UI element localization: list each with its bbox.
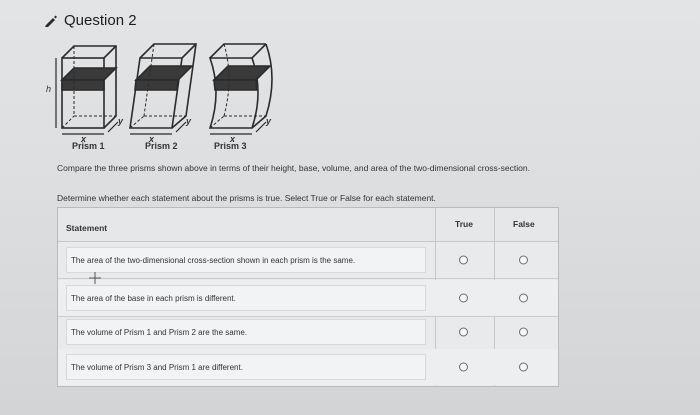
determine-instructions: Determine whether each statement about t… (57, 193, 436, 203)
true-radio[interactable] (459, 362, 468, 372)
table-row: The area of the base in each prism is di… (58, 280, 558, 317)
crosshair-cursor-icon (89, 272, 101, 284)
statement-text: The volume of Prism 3 and Prism 1 are di… (66, 354, 426, 380)
false-radio[interactable] (519, 293, 528, 303)
statement-column-header: Statement (66, 223, 108, 233)
false-radio[interactable] (519, 255, 528, 265)
table-header: Statement True False (58, 208, 558, 242)
prisms-figure: h x y x y x y Prism 1 Prism 2 Prism 3 (46, 32, 288, 152)
question-header: Question 2 (44, 12, 137, 29)
table-row: The volume of Prism 1 and Prism 2 are th… (58, 314, 558, 351)
prism-2-y-label: y (186, 116, 192, 126)
true-radio[interactable] (459, 293, 468, 303)
prism-2-label: Prism 2 (145, 141, 178, 151)
compare-instructions: Compare the three prisms shown above in … (57, 163, 530, 173)
false-radio[interactable] (519, 327, 528, 337)
pencil-icon (45, 15, 57, 27)
true-column-header: True (455, 219, 473, 229)
prism-3-drawing (208, 43, 273, 135)
true-radio[interactable] (459, 327, 468, 337)
prism-1-drawing (55, 45, 119, 135)
false-radio[interactable] (519, 362, 528, 372)
true-false-table: Statement True False The area of the two… (57, 207, 559, 387)
false-column-header: False (513, 219, 535, 229)
table-row: The area of the two-dimensional cross-se… (58, 242, 558, 279)
height-label: h (46, 84, 52, 94)
statement-text: The area of the two-dimensional cross-se… (66, 247, 426, 273)
statement-text: The volume of Prism 1 and Prism 2 are th… (66, 319, 426, 345)
prism-1-label: Prism 1 (72, 141, 105, 151)
prism-1-y-label: y (118, 116, 124, 126)
question-title: Question 2 (64, 12, 137, 29)
prism-3-label: Prism 3 (214, 141, 247, 151)
true-radio[interactable] (459, 255, 468, 265)
statement-text: The area of the base in each prism is di… (66, 285, 426, 311)
prism-3-y-label: y (266, 116, 272, 126)
table-row: The volume of Prism 3 and Prism 1 are di… (58, 349, 558, 385)
